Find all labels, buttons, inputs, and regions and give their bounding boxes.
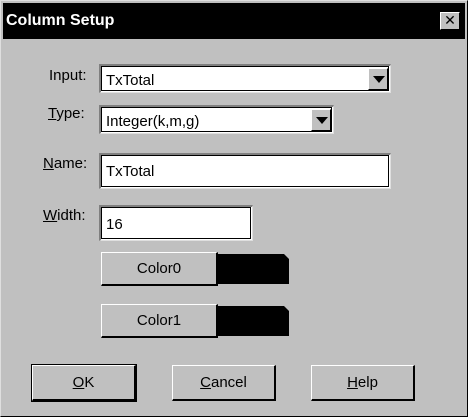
type-dropdown[interactable]: Integer(k,m,g) (99, 105, 334, 134)
help-rest: elp (357, 374, 378, 391)
help-mnemonic: H (347, 374, 358, 391)
type-value: Integer(k,m,g) (106, 113, 200, 130)
cancel-rest: ancel (210, 374, 247, 391)
ok-button[interactable]: OK (31, 364, 137, 402)
window-title: Column Setup (6, 12, 115, 29)
cancel-mnemonic: C (200, 374, 211, 391)
column-setup-dialog: Column Setup ✕ Input: TxTotal Type: Inte… (0, 0, 468, 417)
color0-label: Color0 (136, 260, 182, 277)
name-label-mnemonic: N (43, 155, 54, 172)
color0-swatch[interactable] (218, 254, 290, 284)
close-button[interactable]: ✕ (440, 12, 460, 30)
width-label-mnemonic: W (43, 207, 58, 224)
name-label: Name: (43, 155, 87, 172)
width-label: Width: (43, 207, 86, 224)
input-value: TxTotal (106, 72, 155, 89)
color0-button[interactable]: Color0 (101, 252, 218, 286)
title-bar: Column Setup ✕ (3, 3, 465, 39)
width-value: 16 (106, 216, 123, 233)
help-button[interactable]: Help (311, 365, 415, 401)
input-label: Input: (49, 67, 87, 84)
input-dropdown[interactable]: TxTotal (99, 64, 391, 93)
type-label: Type: (48, 105, 85, 122)
close-icon: ✕ (444, 13, 456, 29)
ok-mnemonic: O (72, 374, 85, 391)
type-dropdown-button[interactable] (311, 109, 331, 131)
color1-swatch[interactable] (218, 306, 290, 336)
color1-label: Color1 (136, 312, 182, 329)
width-field[interactable]: 16 (99, 205, 253, 241)
cancel-button[interactable]: Cancel (172, 365, 276, 401)
color1-button[interactable]: Color1 (101, 304, 218, 338)
ok-rest: K (84, 374, 95, 391)
type-label-rest: ype: (56, 105, 85, 122)
name-label-rest: ame: (53, 155, 88, 172)
name-field[interactable]: TxTotal (99, 153, 391, 189)
name-value: TxTotal (106, 163, 155, 180)
width-label-rest: idth: (57, 207, 86, 224)
input-dropdown-button[interactable] (368, 68, 388, 90)
